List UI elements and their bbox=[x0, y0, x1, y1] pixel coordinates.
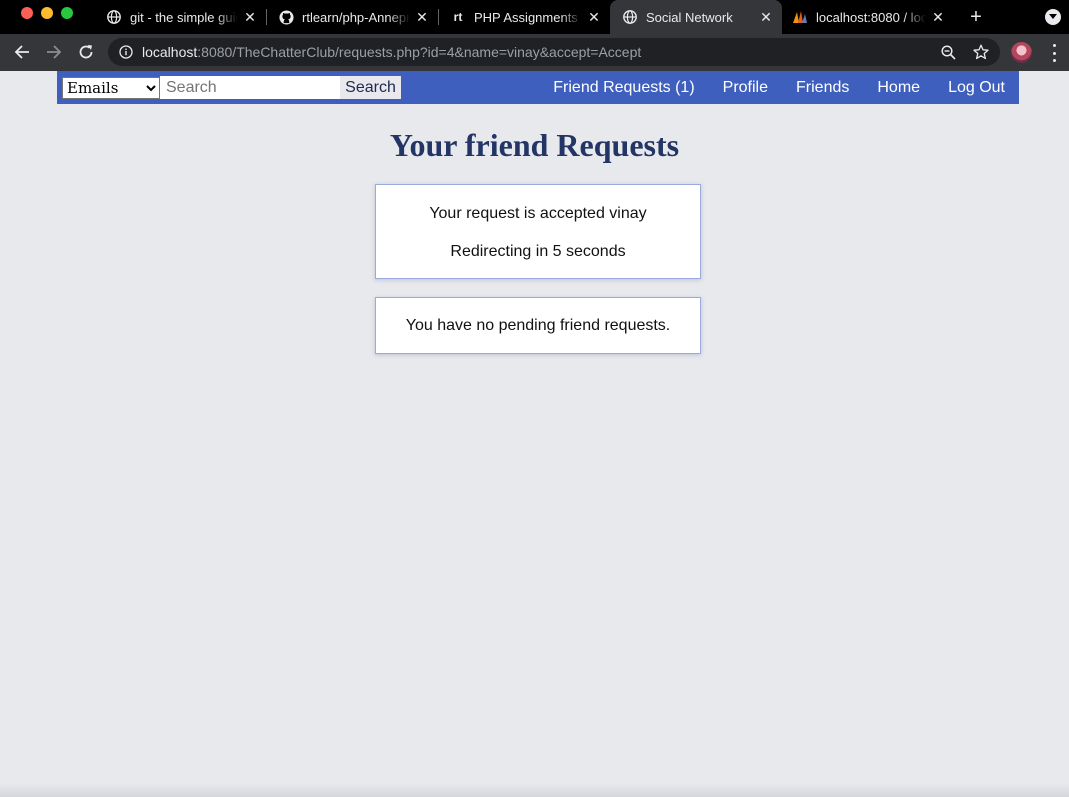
nav-profile-link[interactable]: Profile bbox=[709, 71, 782, 104]
forward-arrow-icon[interactable] bbox=[43, 41, 65, 63]
page-title: Your friend Requests bbox=[389, 127, 680, 163]
browser-tab[interactable]: localhost:8080 / localhost ✕ bbox=[784, 0, 952, 34]
request-accepted-message: Your request is accepted vinay bbox=[429, 205, 647, 222]
no-pending-requests-text: You have no pending friend requests. bbox=[405, 317, 671, 334]
nav-friend-requests-link[interactable]: Friend Requests (1) bbox=[539, 71, 708, 104]
bookmark-star-icon[interactable] bbox=[973, 44, 989, 60]
tab-separator bbox=[438, 9, 439, 25]
zoom-out-icon[interactable] bbox=[940, 44, 956, 60]
nav-logout-link[interactable]: Log Out bbox=[934, 71, 1019, 104]
browser-tab[interactable]: rtlearn/php-Anneprogram ✕ bbox=[268, 0, 436, 34]
github-icon bbox=[278, 9, 294, 25]
tab-title: PHP Assignments - rtlearn bbox=[474, 9, 582, 25]
tab-title: rtlearn/php-Anneprogram bbox=[302, 9, 410, 25]
zoom-window-button[interactable] bbox=[61, 7, 73, 19]
close-window-button[interactable] bbox=[21, 7, 33, 19]
site-info-icon[interactable] bbox=[119, 45, 133, 59]
request-status-card: Your request is accepted vinay Redirecti… bbox=[375, 184, 701, 279]
browser-menu-icon[interactable] bbox=[1046, 44, 1062, 62]
close-tab-icon[interactable]: ✕ bbox=[930, 9, 946, 25]
url-host: localhost bbox=[142, 44, 198, 60]
browser-tab[interactable]: rt PHP Assignments - rtlearn ✕ bbox=[440, 0, 608, 34]
search-type-select[interactable]: Emails bbox=[62, 77, 160, 99]
close-tab-icon[interactable]: ✕ bbox=[586, 9, 602, 25]
url-path: :8080/TheChatterClub/requests.php?id=4&n… bbox=[197, 44, 642, 60]
tab-search-icon[interactable] bbox=[1045, 9, 1061, 25]
redirect-countdown-text: Redirecting in 5 seconds bbox=[450, 243, 626, 260]
reload-icon[interactable] bbox=[75, 41, 97, 63]
globe-icon bbox=[622, 9, 638, 25]
close-tab-icon[interactable]: ✕ bbox=[758, 9, 774, 25]
back-arrow-icon[interactable] bbox=[11, 41, 33, 63]
search-input[interactable] bbox=[160, 76, 340, 99]
browser-tab-active[interactable]: Social Network ✕ bbox=[610, 0, 782, 34]
nav-links: Friend Requests (1) Profile Friends Home… bbox=[539, 71, 1019, 104]
close-tab-icon[interactable]: ✕ bbox=[242, 9, 258, 25]
tab-title: git - the simple guide bbox=[130, 9, 238, 25]
new-tab-icon[interactable]: + bbox=[966, 7, 986, 27]
minimize-window-button[interactable] bbox=[41, 7, 53, 19]
profile-avatar[interactable] bbox=[1011, 42, 1032, 63]
close-tab-icon[interactable]: ✕ bbox=[414, 9, 430, 25]
page-viewport: Emails Search Friend Requests (1) Profil… bbox=[0, 71, 1069, 797]
phpmyadmin-icon bbox=[792, 9, 808, 25]
nav-friends-link[interactable]: Friends bbox=[782, 71, 863, 104]
tab-separator bbox=[266, 9, 267, 25]
tab-title: Social Network bbox=[646, 9, 733, 25]
site-navbar: Emails Search Friend Requests (1) Profil… bbox=[57, 71, 1019, 104]
address-bar[interactable]: localhost:8080/TheChatterClub/requests.p… bbox=[108, 38, 1000, 66]
globe-icon bbox=[106, 9, 122, 25]
browser-tab-strip: git - the simple guide ✕ rtlearn/php-Ann… bbox=[0, 0, 1069, 34]
search-button[interactable]: Search bbox=[340, 76, 401, 99]
tab-title: localhost:8080 / localhost bbox=[816, 9, 926, 25]
pending-requests-card: You have no pending friend requests. bbox=[375, 297, 701, 354]
rt-favicon-icon: rt bbox=[453, 10, 463, 24]
url-text: localhost:8080/TheChatterClub/requests.p… bbox=[142, 44, 641, 60]
nav-home-link[interactable]: Home bbox=[863, 71, 934, 104]
browser-tab[interactable]: git - the simple guide ✕ bbox=[96, 0, 264, 34]
